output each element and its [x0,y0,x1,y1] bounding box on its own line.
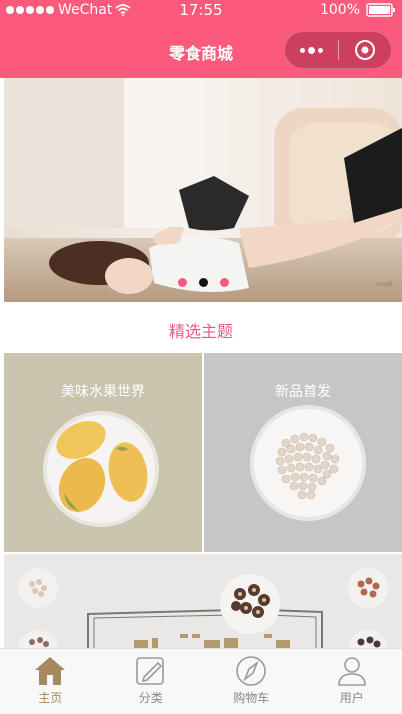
tab-label-user: 用户 [339,691,364,705]
promo-banner[interactable] [4,554,402,650]
promo-image [4,554,402,650]
theme-card-fruit[interactable]: 美味水果世界 [4,353,202,552]
home-icon [35,657,66,685]
mini-program-capsule [284,31,392,69]
tab-user[interactable]: 用户 [302,649,402,714]
battery-icon [366,3,395,17]
status-right: 100% [320,2,396,18]
tab-category[interactable]: 分类 [101,649,202,714]
tab-label-category: 分类 [138,691,163,705]
status-bar: WeChat 17:55 100% [0,0,402,22]
tab-home[interactable]: 主页 [0,649,101,714]
theme-card-new[interactable]: 新品首发 [204,353,402,552]
category-icon [135,657,164,685]
tab-label-home: 主页 [38,691,63,705]
target-close-icon[interactable] [339,31,391,69]
carousel-dot-active[interactable] [198,278,208,287]
theme-label-fruit: 美味水果世界 [61,384,145,400]
user-icon [337,657,366,686]
carousel-dot[interactable] [219,278,229,287]
carousel-dot[interactable] [177,278,187,287]
section-title: 精选主题 [168,322,233,341]
tab-bar: 主页 分类 购物车 用户 [0,648,402,714]
nav-bar: 零食商城 [0,22,402,78]
banner-carousel[interactable]: vmall [4,78,402,302]
tab-cart[interactable]: 购物车 [201,649,302,714]
theme-label-new: 新品首发 [275,384,331,400]
more-dots-icon[interactable] [285,31,338,69]
tab-label-cart: 购物车 [233,691,270,705]
carousel-indicator [4,278,402,287]
cart-compass-icon [236,656,267,686]
battery-percent: 100% [319,2,360,18]
banner-image: vmall [4,78,402,302]
